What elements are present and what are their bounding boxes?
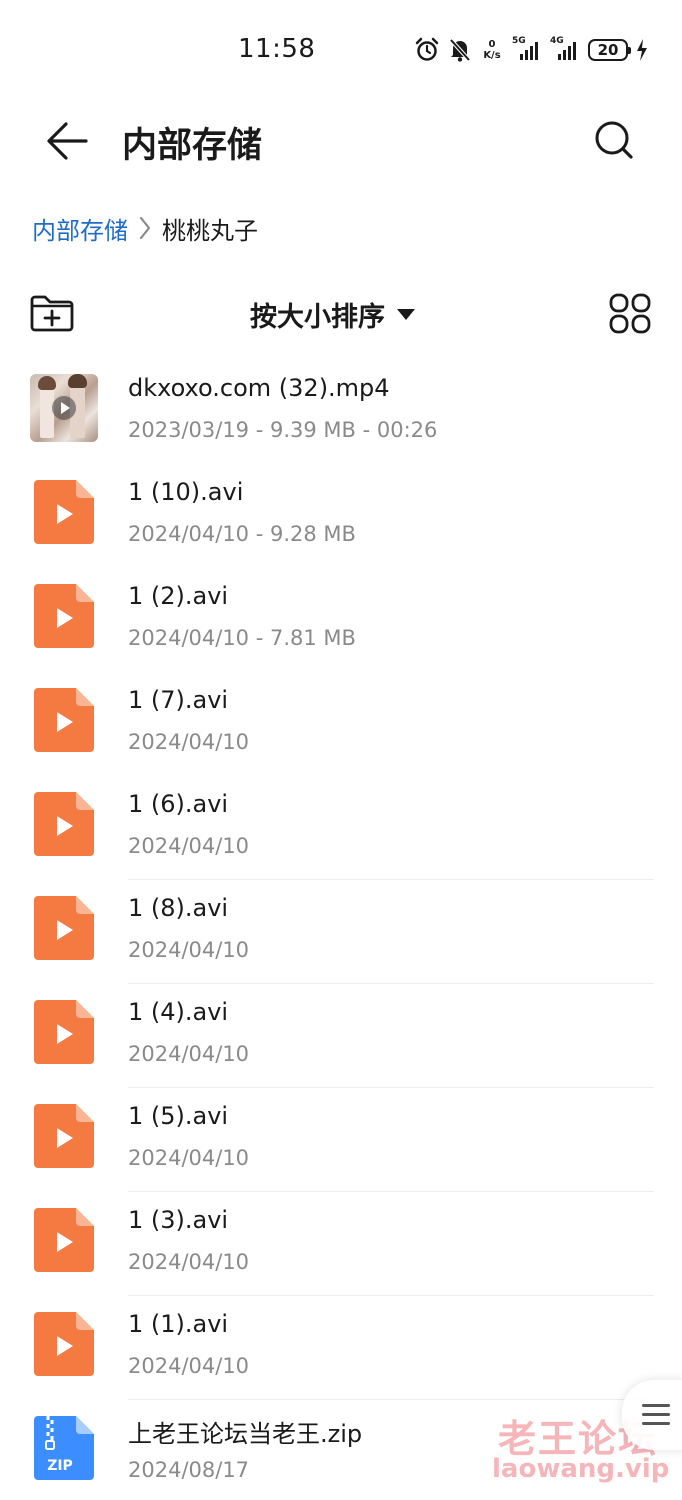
page-title: 内部存储 xyxy=(122,126,263,166)
video-file-icon xyxy=(34,1312,94,1376)
new-folder-icon xyxy=(30,295,74,332)
video-file-icon xyxy=(34,480,94,544)
floating-menu-button[interactable] xyxy=(622,1380,682,1450)
file-meta: 2024/04/10 xyxy=(128,1146,250,1170)
video-file-icon xyxy=(34,1000,94,1064)
alarm-icon xyxy=(415,37,439,61)
back-button[interactable] xyxy=(40,116,96,166)
status-time: 11:58 xyxy=(238,34,316,64)
file-meta: 2023/03/19 - 9.39 MB - 00:26 xyxy=(128,418,438,442)
breadcrumb-root[interactable]: 内部存储 xyxy=(32,211,128,246)
breadcrumb-current: 桃桃丸子 xyxy=(162,216,258,245)
file-meta: 2024/04/10 - 9.28 MB xyxy=(128,522,356,546)
file-name: 1 (8).avi xyxy=(128,894,229,922)
breadcrumb: 内部存储 桃桃丸子 xyxy=(32,210,258,246)
menu-line xyxy=(642,1413,670,1416)
sort-label: 按大小排序 xyxy=(250,301,385,333)
video-file-icon xyxy=(34,792,94,856)
file-name: 1 (1).avi xyxy=(128,1310,229,1338)
file-meta: 2024/04/10 - 7.81 MB xyxy=(128,626,356,650)
file-manager-screen: 11:58 0 K/s 5G 4G 20 内部存储 内部存储 桃桃丸子 按大小排… xyxy=(0,0,682,1500)
charging-icon xyxy=(637,39,647,61)
file-row[interactable]: 1 (6).avi 2024/04/10 xyxy=(0,776,682,880)
file-row[interactable]: 1 (10).avi 2024/04/10 - 9.28 MB xyxy=(0,464,682,568)
file-meta: 2024/04/10 xyxy=(128,1250,250,1274)
caret-down-icon xyxy=(397,308,415,320)
video-file-icon xyxy=(34,688,94,752)
video-thumbnail xyxy=(30,374,98,442)
chevron-right-icon xyxy=(139,216,151,240)
file-row[interactable]: dkxoxo.com (32).mp4 2023/03/19 - 9.39 MB… xyxy=(0,360,682,464)
file-meta: 2024/04/10 xyxy=(128,938,250,962)
file-name: 1 (3).avi xyxy=(128,1206,229,1234)
net-speed-value: 0 xyxy=(488,39,496,50)
back-arrow-icon xyxy=(47,122,88,160)
file-meta: 2024/04/10 xyxy=(128,1354,250,1378)
file-meta: 2024/04/10 xyxy=(128,730,250,754)
search-button[interactable] xyxy=(588,114,642,168)
search-icon xyxy=(595,121,633,159)
file-meta: 2024/08/17 xyxy=(128,1458,250,1482)
file-name: 1 (6).avi xyxy=(128,790,229,818)
sort-button[interactable]: 按大小排序 xyxy=(250,296,415,333)
file-row[interactable]: 1 (4).avi 2024/04/10 xyxy=(0,984,682,1088)
battery-icon: 20 xyxy=(588,39,631,61)
grid-view-icon xyxy=(609,293,651,334)
zip-file-icon: ZIP xyxy=(34,1416,94,1480)
signal-5g-icon: 5G xyxy=(512,36,542,62)
file-meta: 2024/04/10 xyxy=(128,1042,250,1066)
file-row[interactable]: 1 (7).avi 2024/04/10 xyxy=(0,672,682,776)
status-icons: 0 K/s 5G 4G 20 xyxy=(414,33,648,67)
file-row[interactable]: 1 (5).avi 2024/04/10 xyxy=(0,1088,682,1192)
file-name: 1 (2).avi xyxy=(128,582,229,610)
file-name: dkxoxo.com (32).mp4 xyxy=(128,374,390,402)
file-name: 1 (7).avi xyxy=(128,686,229,714)
net-speed-unit: K/s xyxy=(483,50,501,61)
watermark-url: laowang.vip xyxy=(492,1454,670,1484)
file-row[interactable]: 1 (2).avi 2024/04/10 - 7.81 MB xyxy=(0,568,682,672)
menu-line xyxy=(642,1422,670,1425)
zip-icon-label: ZIP xyxy=(47,1458,73,1474)
file-name: 1 (10).avi xyxy=(128,478,244,506)
play-icon xyxy=(52,396,76,420)
file-meta: 2024/04/10 xyxy=(128,834,250,858)
file-name: 上老王论坛当老王.zip xyxy=(128,1420,363,1448)
status-bar: 11:58 0 K/s 5G 4G 20 xyxy=(0,0,682,100)
view-toggle-button[interactable] xyxy=(608,293,652,335)
video-file-icon xyxy=(34,584,94,648)
new-folder-button[interactable] xyxy=(28,292,76,336)
file-list: dkxoxo.com (32).mp4 2023/03/19 - 9.39 MB… xyxy=(0,360,682,1500)
file-row[interactable]: 1 (8).avi 2024/04/10 xyxy=(0,880,682,984)
file-row[interactable]: 1 (1).avi 2024/04/10 xyxy=(0,1296,682,1400)
video-file-icon xyxy=(34,1104,94,1168)
file-row[interactable]: 1 (3).avi 2024/04/10 xyxy=(0,1192,682,1296)
video-file-icon xyxy=(34,896,94,960)
file-name: 1 (5).avi xyxy=(128,1102,229,1130)
signal-4g-icon: 4G xyxy=(550,36,580,62)
mute-icon xyxy=(449,38,471,62)
menu-line xyxy=(642,1404,670,1407)
file-name: 1 (4).avi xyxy=(128,998,229,1026)
net-speed: 0 K/s xyxy=(480,39,504,61)
video-file-icon xyxy=(34,1208,94,1272)
